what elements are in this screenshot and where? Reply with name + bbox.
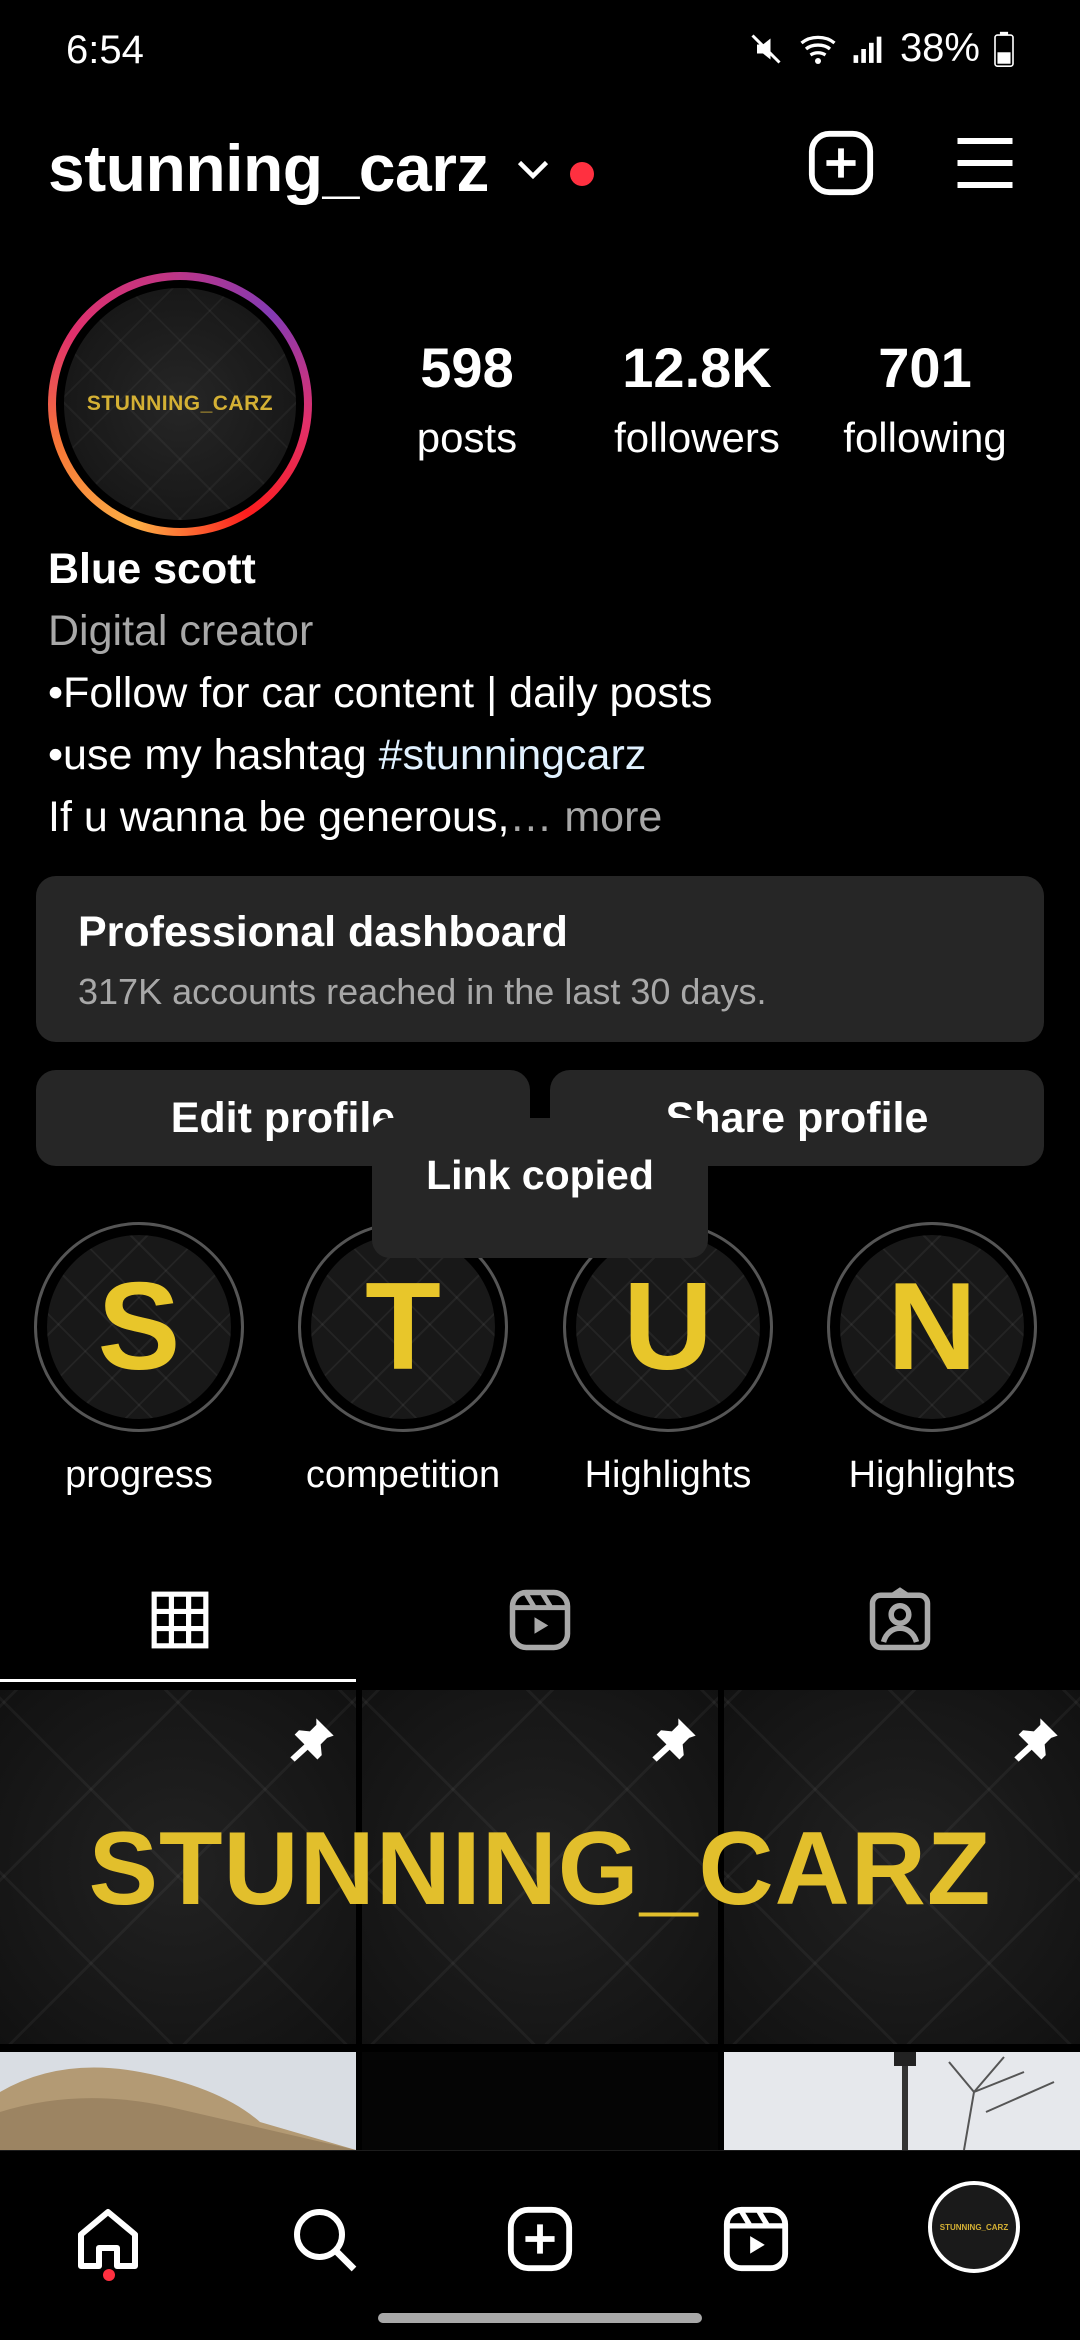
profile-bio: Blue scott Digital creator •Follow for c… bbox=[48, 538, 1048, 848]
wifi-icon bbox=[798, 31, 838, 67]
battery-icon bbox=[994, 31, 1014, 67]
dashboard-title: Professional dashboard bbox=[78, 908, 568, 956]
nav-create[interactable] bbox=[490, 2191, 590, 2291]
signal-icon bbox=[852, 33, 886, 65]
tab-tagged[interactable] bbox=[720, 1562, 1080, 1682]
grid-post-photo[interactable] bbox=[0, 2052, 356, 2150]
stat-posts[interactable]: 598 posts bbox=[367, 340, 567, 462]
avatar-logo-text: STUNNING_CARZ bbox=[86, 392, 274, 415]
reels-icon bbox=[721, 2204, 791, 2279]
create-post-icon bbox=[505, 2204, 575, 2279]
followers-label: followers bbox=[614, 414, 780, 461]
bio-text: If u wanna be generous, bbox=[48, 793, 510, 841]
highlight-cover-letter: S bbox=[97, 1258, 181, 1396]
following-count: 701 bbox=[878, 336, 972, 399]
bio-line: •Follow for car content | daily posts bbox=[48, 669, 713, 717]
grid-post-pinned[interactable] bbox=[362, 1690, 718, 2044]
profile-top-bar: stunning_carz bbox=[0, 120, 1080, 210]
hamburger-menu-icon[interactable] bbox=[952, 128, 1018, 203]
battery-percent: 38% bbox=[899, 26, 980, 70]
stat-followers[interactable]: 12.8K followers bbox=[597, 340, 797, 462]
highlight-label: Highlights bbox=[584, 1454, 752, 1496]
grid-post-pinned[interactable] bbox=[724, 1690, 1080, 2044]
bio-hashtag-link[interactable]: #stunningcarz bbox=[379, 731, 647, 779]
active-tab-indicator bbox=[0, 1679, 356, 1682]
highlight-label: progress bbox=[65, 1454, 213, 1496]
bottom-navigation: STUNNING_CARZ bbox=[0, 2150, 1080, 2340]
search-icon bbox=[288, 2203, 360, 2280]
reels-icon bbox=[507, 1587, 573, 1658]
highlight-item[interactable]: S progress bbox=[34, 1222, 244, 1497]
nav-avatar-logo-text: STUNNING_CARZ bbox=[939, 2222, 1009, 2232]
bio-line: If u wanna be generous,… more bbox=[48, 786, 1048, 848]
highlight-label: Highlights bbox=[848, 1454, 1016, 1496]
grid-icon bbox=[149, 1589, 211, 1656]
posts-count: 598 bbox=[420, 336, 514, 399]
highlight-item[interactable]: U Highlights bbox=[563, 1222, 773, 1497]
highlight-label: competition bbox=[305, 1454, 501, 1496]
dashboard-subtitle: 317K accounts reached in the last 30 day… bbox=[78, 971, 767, 1012]
status-icons: 38% bbox=[748, 26, 1014, 71]
category-label: Digital creator bbox=[48, 607, 314, 655]
username-switcher[interactable]: stunning_carz bbox=[48, 130, 489, 206]
stat-following[interactable]: 701 following bbox=[825, 340, 1025, 462]
followers-count: 12.8K bbox=[622, 336, 772, 399]
mute-icon bbox=[748, 31, 784, 67]
pin-icon bbox=[1010, 1714, 1062, 1771]
status-time: 6:54 bbox=[66, 28, 144, 72]
notification-dot bbox=[570, 162, 594, 186]
highlight-cover-letter: U bbox=[623, 1258, 713, 1396]
tagged-icon bbox=[867, 1586, 933, 1658]
following-label: following bbox=[843, 414, 1007, 461]
plus-square-icon[interactable] bbox=[806, 128, 876, 203]
home-notification-dot bbox=[103, 2269, 115, 2281]
grid-post-dark[interactable] bbox=[362, 2052, 718, 2150]
pin-icon bbox=[648, 1714, 700, 1771]
profile-tabs bbox=[0, 1562, 1080, 1682]
pin-icon bbox=[286, 1714, 338, 1771]
highlight-cover-letter: N bbox=[887, 1258, 977, 1396]
home-icon bbox=[72, 2203, 144, 2280]
grid-post-pinned[interactable] bbox=[0, 1690, 356, 2044]
professional-dashboard-card[interactable]: Professional dashboard 317K accounts rea… bbox=[36, 876, 1044, 1042]
bio-text: •use my hashtag bbox=[48, 731, 379, 779]
grid-post-photo[interactable] bbox=[724, 2052, 1080, 2150]
bio-more-link[interactable]: … more bbox=[509, 793, 662, 841]
highlight-item[interactable]: T competition bbox=[298, 1222, 508, 1497]
highlight-cover-letter: T bbox=[365, 1258, 441, 1396]
tab-posts-grid[interactable] bbox=[0, 1562, 360, 1682]
status-bar: 6:54 38% bbox=[0, 0, 1080, 100]
nav-search[interactable] bbox=[274, 2191, 374, 2291]
chevron-down-icon[interactable] bbox=[515, 158, 551, 187]
display-name: Blue scott bbox=[48, 545, 256, 593]
link-copied-toast: Link copied bbox=[372, 1118, 708, 1258]
bio-line: •use my hashtag #stunningcarz bbox=[48, 724, 1048, 786]
highlight-item[interactable]: N Highlights bbox=[827, 1222, 1037, 1497]
gesture-home-indicator[interactable] bbox=[378, 2313, 702, 2323]
tab-reels[interactable] bbox=[360, 1562, 720, 1682]
nav-reels[interactable] bbox=[706, 2191, 806, 2291]
posts-label: posts bbox=[416, 414, 518, 461]
nav-profile-avatar[interactable]: STUNNING_CARZ bbox=[928, 2181, 1020, 2273]
profile-avatar[interactable]: STUNNING_CARZ bbox=[48, 272, 312, 536]
